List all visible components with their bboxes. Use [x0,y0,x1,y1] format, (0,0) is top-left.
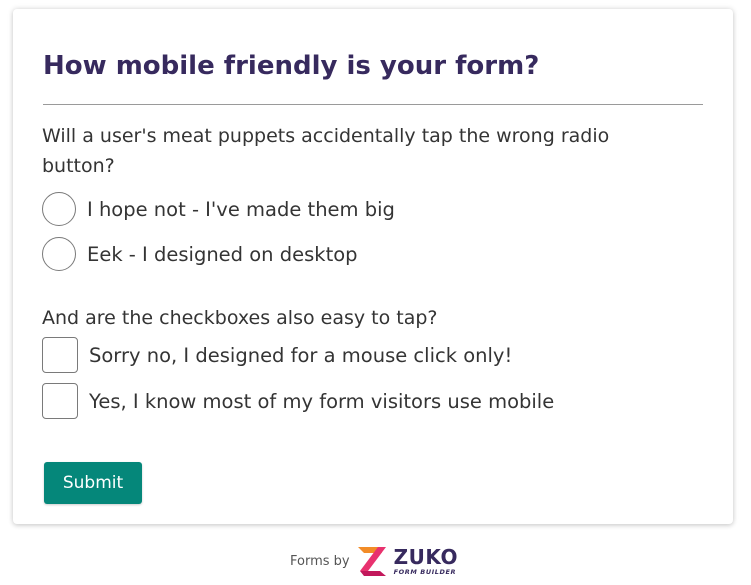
zuko-logo-icon [357,547,386,576]
forms-by-label: Forms by [290,553,350,569]
checkbox-option-label: Sorry no, I designed for a mouse click o… [89,343,513,367]
powered-by-footer[interactable]: Forms by ZUKO FORM BUILDER [290,544,458,578]
question-checkbox: And are the checkboxes also easy to tap? [42,307,438,329]
radio-button[interactable] [42,192,76,226]
logo-word: ZUKO [393,544,458,569]
title-divider [43,104,703,105]
radio-option-label: Eek - I designed on desktop [87,242,358,266]
logo-subtitle: FORM BUILDER [393,567,457,576]
submit-button[interactable]: Submit [44,462,142,504]
checkbox[interactable] [42,383,78,419]
radio-option-big[interactable]: I hope not - I've made them big [42,191,395,227]
checkbox-option-mobile[interactable]: Yes, I know most of my form visitors use… [42,383,554,419]
form-title: How mobile friendly is your form? [43,51,540,81]
question-radio: Will a user's meat puppets accidentally … [42,125,610,177]
radio-option-label: I hope not - I've made them big [87,197,395,221]
zuko-logo-text: ZUKO FORM BUILDER [394,547,458,576]
checkbox[interactable] [42,337,78,373]
form-card: How mobile friendly is your form? Will a… [13,9,733,524]
radio-option-desktop[interactable]: Eek - I designed on desktop [42,236,358,272]
checkbox-option-mouse[interactable]: Sorry no, I designed for a mouse click o… [42,337,512,373]
radio-button[interactable] [42,237,76,271]
checkbox-option-label: Yes, I know most of my form visitors use… [89,389,555,413]
